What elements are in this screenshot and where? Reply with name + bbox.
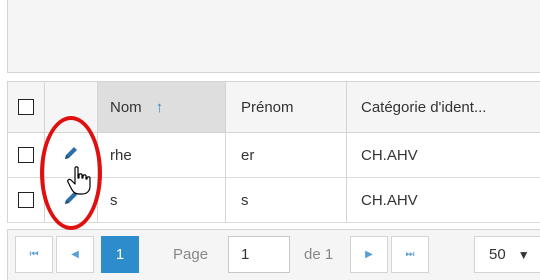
header-categorie-label: Catégorie d'ident... (361, 98, 487, 116)
cell-nom: rhe (98, 133, 226, 177)
cell-categorie-text: CH.AHV (361, 191, 418, 209)
of-pages-label: de 1 (304, 246, 334, 263)
prev-page-button[interactable]: ◀ (56, 236, 94, 273)
cell-nom-text: s (110, 191, 118, 209)
cell-prenom: s (226, 178, 347, 222)
last-page-button[interactable]: ⏭ (391, 236, 429, 273)
last-page-icon: ⏭ (405, 249, 415, 260)
current-page-number: 1 (115, 246, 125, 263)
first-page-button[interactable]: ⏮ (15, 236, 53, 273)
grid-toolbar (7, 0, 540, 73)
page-number-input[interactable] (228, 236, 290, 273)
next-page-icon: ▶ (365, 249, 373, 260)
select-all-checkbox[interactable] (18, 99, 34, 115)
header-prenom[interactable]: Prénom (226, 82, 347, 132)
header-nom[interactable]: Nom ↑ (98, 82, 226, 132)
page-label: Page (173, 246, 209, 263)
row-checkbox[interactable] (18, 147, 34, 163)
first-page-icon: ⏮ (29, 249, 39, 260)
next-page-button[interactable]: ▶ (350, 236, 388, 273)
select-all-cell[interactable] (7, 82, 45, 132)
header-prenom-label: Prénom (241, 98, 294, 116)
hand-pointer-icon (67, 166, 93, 200)
cell-categorie-text: CH.AHV (361, 146, 418, 164)
header-nom-label: Nom (110, 98, 142, 116)
cell-categorie: CH.AHV (347, 133, 540, 177)
cell-nom: s (98, 178, 226, 222)
pagination-bar: ⏮ ◀ 1 Page de 1 ▶ ⏭ 50 ▼ (7, 229, 540, 280)
page-size-value: 50 (489, 246, 506, 263)
page-number-button[interactable]: 1 (101, 236, 139, 273)
prev-page-icon: ◀ (71, 249, 79, 260)
page-size-select[interactable]: 50 ▼ (474, 236, 540, 273)
cell-nom-text: rhe (110, 146, 132, 164)
row-select-cell[interactable] (7, 178, 45, 222)
header-categorie[interactable]: Catégorie d'ident... (347, 82, 540, 132)
row-checkbox[interactable] (18, 192, 34, 208)
cell-prenom-text: s (241, 191, 249, 209)
chevron-down-icon: ▼ (517, 247, 530, 262)
cell-prenom: er (226, 133, 347, 177)
cell-categorie: CH.AHV (347, 178, 540, 222)
sort-ascending-icon[interactable]: ↑ (156, 99, 164, 116)
cell-prenom-text: er (241, 146, 255, 164)
